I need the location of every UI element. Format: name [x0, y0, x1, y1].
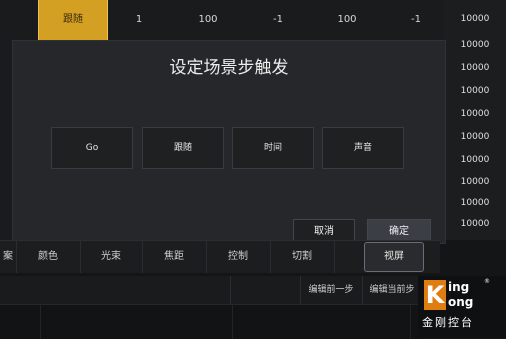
- table-cell[interactable]: 10000: [444, 14, 506, 24]
- table-cell[interactable]: 10000: [444, 63, 506, 73]
- table-row: 跟随 1 100 -1 100 -1: [0, 0, 506, 40]
- table-cell[interactable]: -1: [256, 0, 300, 40]
- step-edit-bar: 编辑前一步 编辑当前步: [0, 276, 420, 304]
- option-follow-button[interactable]: 跟随: [142, 127, 224, 169]
- divider: [40, 305, 42, 339]
- tab-color[interactable]: 颜色: [16, 241, 81, 273]
- table-cell[interactable]: 10000: [444, 132, 506, 142]
- right-value-column: 10000 10000 10000 10000 10000 10000 1000…: [444, 0, 506, 240]
- tab-control[interactable]: 控制: [206, 241, 271, 273]
- table-cell[interactable]: 10000: [444, 86, 506, 96]
- footer-bar: [0, 304, 420, 339]
- tab-focus[interactable]: 焦距: [142, 241, 207, 273]
- empty-cell: [230, 276, 301, 304]
- table-cell[interactable]: 10000: [444, 155, 506, 165]
- table-cell[interactable]: -1: [394, 0, 438, 40]
- edit-previous-step-button[interactable]: 编辑前一步: [300, 276, 361, 304]
- dialog-title: 设定场景步触发: [169, 58, 289, 78]
- table-cell[interactable]: 10000: [444, 177, 506, 187]
- option-time-button[interactable]: 时间: [232, 127, 314, 169]
- tab-beam[interactable]: 光束: [80, 241, 143, 273]
- edit-current-step-button[interactable]: 编辑当前步: [362, 276, 421, 304]
- table-cell[interactable]: 100: [184, 0, 232, 40]
- divider: [232, 305, 234, 339]
- logo-text-ing: ing: [448, 280, 470, 294]
- logo-k-mark: K: [424, 280, 446, 310]
- trigger-cell[interactable]: 跟随: [38, 0, 108, 40]
- table-cell[interactable]: 1: [118, 0, 160, 40]
- kingkong-logo: K ing ong ® 金刚控台: [418, 276, 506, 338]
- option-sound-button[interactable]: 声音: [322, 127, 404, 169]
- tab-video[interactable]: 视屏: [364, 242, 424, 272]
- scene-trigger-dialog: 设定场景步触发 Go 跟随 时间 声音 取消 确定: [12, 40, 446, 245]
- logo-text-ong: ong: [448, 295, 474, 309]
- table-cell[interactable]: 10000: [444, 109, 506, 119]
- table-cell[interactable]: 10000: [444, 198, 506, 208]
- option-go-button[interactable]: Go: [51, 127, 133, 169]
- attribute-tab-bar: 案 颜色 光束 焦距 控制 切割 视屏: [0, 240, 440, 273]
- table-cell[interactable]: 100: [322, 0, 372, 40]
- table-cell[interactable]: 10000: [444, 40, 506, 50]
- logo-chinese-name: 金刚控台: [422, 316, 474, 329]
- table-cell[interactable]: 10000: [444, 219, 506, 229]
- divider: [410, 305, 412, 339]
- tab-cut[interactable]: 切割: [270, 241, 335, 273]
- tab-scheme[interactable]: 案: [0, 241, 17, 273]
- registered-mark: ®: [484, 278, 490, 285]
